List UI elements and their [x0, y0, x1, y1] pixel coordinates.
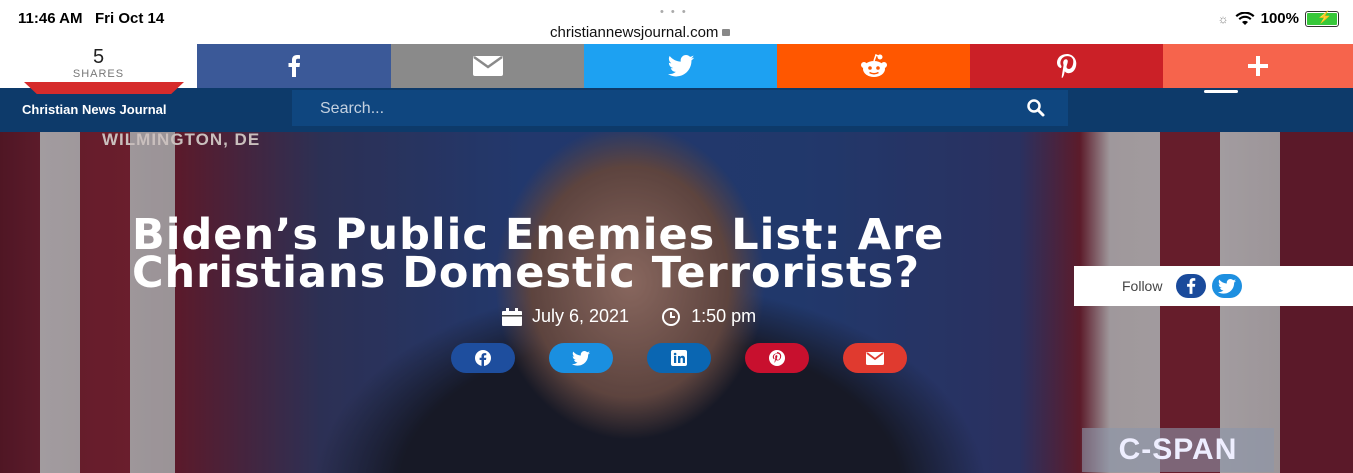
brightness-icon: ☼ — [1217, 11, 1229, 26]
status-time: 11:46 AM Fri Oct 14 — [18, 10, 165, 27]
follow-label: Follow — [1122, 278, 1163, 294]
article-share-pinterest-button[interactable] — [745, 343, 809, 373]
share-count-label: SHARES — [72, 68, 125, 80]
window-dots[interactable]: • • • — [660, 6, 688, 18]
article-share-twitter-button[interactable] — [549, 343, 613, 373]
linkedin-icon — [671, 350, 687, 366]
twitter-icon — [572, 350, 590, 366]
article-share-email-button[interactable] — [843, 343, 907, 373]
email-icon — [866, 351, 884, 365]
article-share-linkedin-button[interactable] — [647, 343, 711, 373]
wifi-icon — [1235, 11, 1255, 25]
calendar-icon — [502, 307, 522, 326]
share-count: 5 SHARES — [0, 44, 197, 88]
search-box — [292, 90, 1068, 126]
share-email-button[interactable] — [391, 44, 584, 88]
hero-location-text: WILMINGTON, DE — [102, 132, 261, 149]
plus-icon — [1248, 56, 1268, 76]
network-logo: C-SPAN — [1082, 428, 1274, 472]
battery-icon: ⚡ — [1305, 10, 1339, 27]
reddit-icon — [860, 54, 887, 77]
email-icon — [472, 56, 503, 76]
follow-twitter-button[interactable] — [1212, 274, 1243, 298]
article-time: 1:50 pm — [691, 306, 757, 326]
share-facebook-button[interactable] — [197, 44, 391, 88]
article-date: July 6, 2021 — [532, 306, 630, 326]
facebook-icon — [1187, 278, 1196, 294]
clock-icon — [662, 307, 681, 326]
facebook-icon — [475, 350, 491, 366]
follow-widget: Follow — [1074, 266, 1353, 306]
share-pinterest-button[interactable] — [970, 44, 1163, 88]
hamburger-menu-icon[interactable] — [1204, 90, 1240, 104]
article-share-facebook-button[interactable] — [451, 343, 515, 373]
pinterest-icon — [769, 350, 785, 366]
site-logo-text[interactable]: Christian News Journal — [22, 102, 166, 117]
status-indicators: ☼ 100% ⚡ — [1218, 10, 1339, 27]
share-more-button[interactable] — [1163, 44, 1353, 88]
follow-facebook-button[interactable] — [1176, 274, 1207, 298]
pinterest-icon — [1056, 54, 1076, 78]
search-icon[interactable] — [1026, 98, 1046, 118]
site-logo-mark[interactable] — [24, 82, 184, 94]
share-count-number: 5 — [92, 46, 105, 68]
search-input[interactable] — [318, 96, 972, 122]
twitter-icon — [667, 55, 694, 77]
share-reddit-button[interactable] — [777, 44, 970, 88]
twitter-icon — [1218, 278, 1237, 294]
url-bar[interactable]: christiannewsjournal.com — [550, 24, 731, 41]
facebook-icon — [288, 55, 300, 77]
share-bar: 5 SHARES — [0, 44, 1353, 88]
share-twitter-button[interactable] — [584, 44, 777, 88]
article-meta: July 6, 2021 1:50 pm — [502, 306, 756, 327]
site-navbar: Christian News Journal — [0, 82, 1353, 132]
battery-percent: 100% — [1260, 10, 1299, 27]
article-share-buttons — [451, 343, 907, 373]
lock-icon — [722, 29, 731, 36]
status-bar: 11:46 AM Fri Oct 14 • • • christiannewsj… — [0, 0, 1353, 44]
